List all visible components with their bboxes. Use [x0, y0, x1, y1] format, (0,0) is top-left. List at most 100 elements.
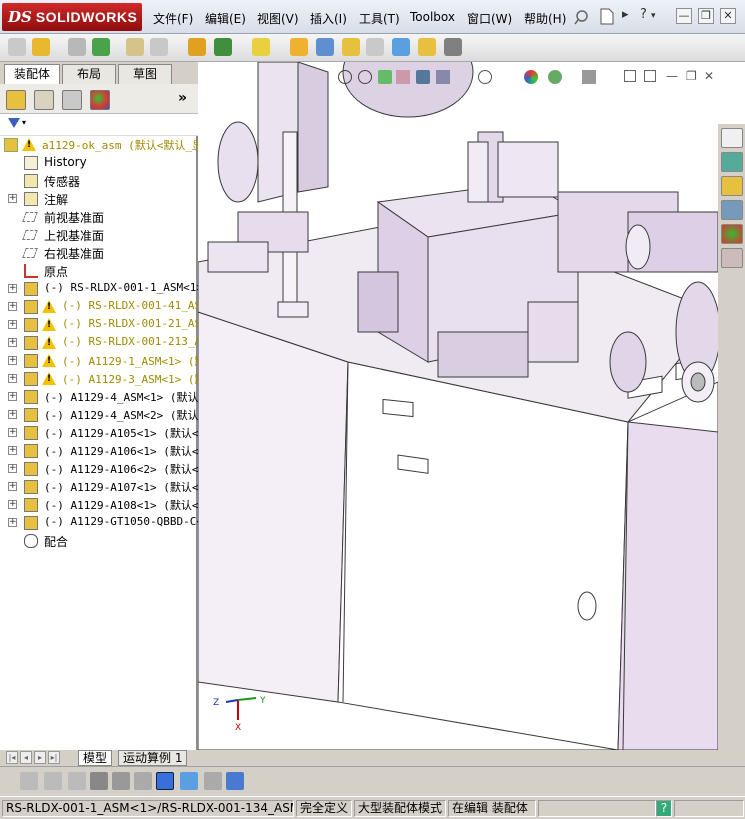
new-document-icon[interactable] — [600, 8, 614, 25]
assembly-features-icon[interactable] — [214, 38, 232, 56]
expand-icon[interactable]: + — [8, 356, 17, 365]
expand-icon[interactable]: + — [8, 410, 17, 419]
menu-file[interactable]: 文件(F) — [153, 10, 193, 27]
tab-sketch[interactable]: 草图 — [118, 64, 172, 84]
section-view-icon[interactable] — [396, 70, 410, 84]
chevron-down-icon[interactable]: ▾ — [651, 11, 656, 21]
pin-icon[interactable] — [574, 9, 590, 25]
last-tab-icon[interactable]: ▸| — [48, 751, 60, 764]
tree-item[interactable]: + (-) A1129-A106<1> (默认<< — [0, 442, 198, 460]
tree-item[interactable]: 前视基准面 — [0, 208, 198, 226]
apply-scene-icon[interactable] — [548, 70, 562, 84]
lines-icon[interactable] — [90, 772, 108, 790]
tree-root[interactable]: a1129-ok_asm (默认<默认_显 — [0, 136, 198, 154]
home-icon[interactable] — [721, 128, 743, 148]
tree-item[interactable]: + (-) A1129-A108<1> (默认<< — [0, 496, 198, 514]
move-component-icon[interactable] — [150, 38, 168, 56]
menu-tools[interactable]: 工具(T) — [359, 10, 400, 27]
zoom-to-fit-icon[interactable] — [338, 70, 352, 84]
tree-item[interactable]: History — [0, 154, 198, 172]
smart-fasteners-icon[interactable] — [126, 38, 144, 56]
expand-icon[interactable]: + — [8, 518, 17, 527]
tree-item[interactable]: 传感器 — [0, 172, 198, 190]
solidworks-logo[interactable]: DS SOLIDWORKS — [2, 3, 142, 31]
status-help-icon[interactable]: ? — [656, 800, 672, 817]
expand-icon[interactable]: + — [8, 302, 17, 311]
expand-icon[interactable]: + — [8, 194, 17, 203]
tree-item[interactable]: + (-) A1129-4_ASM<2> (默认< — [0, 406, 198, 424]
tree-item[interactable]: + (-) A1129-GT1050-QBBD-C<1 — [0, 514, 198, 532]
new-part-icon[interactable] — [32, 38, 50, 56]
expand-icon[interactable]: + — [8, 320, 17, 329]
expand-icon[interactable]: + — [8, 482, 17, 491]
menu-window[interactable]: 窗口(W) — [467, 10, 512, 27]
table-icon[interactable] — [204, 772, 222, 790]
help-icon[interactable]: ? — [640, 7, 647, 22]
next-tab-icon[interactable]: ▸ — [34, 751, 46, 764]
viewport-split-icon[interactable] — [624, 70, 636, 82]
view-orientation-icon[interactable] — [416, 70, 430, 84]
menu-view[interactable]: 视图(V) — [257, 10, 299, 27]
tree-item[interactable]: + (-) A1129-A105<1> (默认<< — [0, 424, 198, 442]
previous-view-icon[interactable] — [378, 70, 392, 84]
revolve-tool-icon[interactable] — [68, 772, 86, 790]
expand-icon[interactable]: + — [8, 392, 17, 401]
tree-item[interactable]: + (-) RS-RLDX-001-21_ASM< — [0, 316, 198, 334]
tree-item[interactable]: + (-) A1129-4_ASM<1> (默认< — [0, 388, 198, 406]
expand-icon[interactable]: + — [8, 374, 17, 383]
dots-icon[interactable] — [112, 772, 130, 790]
new-motion-study-icon[interactable] — [290, 38, 308, 56]
tree-item[interactable]: 原点 — [0, 262, 198, 280]
expand-icon[interactable]: + — [8, 446, 17, 455]
clearance-verification-icon[interactable] — [418, 38, 436, 56]
insert-component-icon[interactable] — [8, 38, 26, 56]
viewport-link-icon[interactable] — [644, 70, 656, 82]
expand-icon[interactable]: + — [8, 338, 17, 347]
expand-icon[interactable]: + — [8, 284, 17, 293]
tree-item[interactable]: + (-) A1129-A107<1> (默认<< — [0, 478, 198, 496]
display-style-icon[interactable] — [436, 70, 450, 84]
configuration-manager-icon[interactable] — [62, 90, 82, 110]
tree-item[interactable]: + (-) A1129-1_ASM<1> (默认 — [0, 352, 198, 370]
tree-item[interactable]: + (-) A1129-A106<2> (默认<< — [0, 460, 198, 478]
bill-of-materials-icon[interactable] — [316, 38, 334, 56]
first-tab-icon[interactable]: |◂ — [6, 751, 18, 764]
tab-layout[interactable]: 布局 — [62, 64, 116, 84]
tab-model[interactable]: 模型 — [78, 750, 113, 766]
tree-item[interactable]: + (-) RS-RLDX-001-1_ASM<1> — [0, 280, 198, 298]
tab-motion-study-1[interactable]: 运动算例 1 — [118, 750, 188, 766]
tab-assembly[interactable]: 装配体 — [4, 64, 60, 84]
tree-filter[interactable]: ▾ — [0, 114, 198, 136]
viewport-minimize-icon[interactable]: — — [666, 69, 678, 83]
tree-item[interactable]: 配合 — [0, 532, 198, 550]
file-explorer-icon[interactable] — [721, 176, 743, 196]
extrude-tool-icon[interactable] — [44, 772, 62, 790]
menu-toolbox[interactable]: Toolbox — [410, 10, 455, 24]
zoom-to-area-icon[interactable] — [358, 70, 372, 84]
menu-edit[interactable]: 编辑(E) — [205, 10, 246, 27]
expand-icon[interactable]: + — [8, 500, 17, 509]
mate-icon[interactable] — [68, 38, 86, 56]
expand-icon[interactable]: + — [8, 464, 17, 473]
minimize-button[interactable]: — — [676, 8, 692, 24]
tree-item[interactable]: + (-) RS-RLDX-001-213_ASM — [0, 334, 198, 352]
tree-item[interactable]: 上视基准面 — [0, 226, 198, 244]
show-hidden-icon[interactable] — [188, 38, 206, 56]
tree-item[interactable]: + (-) RS-RLDX-001-41_ASM< — [0, 298, 198, 316]
menu-help[interactable]: 帮助(H) — [524, 10, 566, 27]
tree-item[interactable]: + 注解 — [0, 190, 198, 208]
restore-button[interactable]: ❐ — [698, 8, 714, 24]
dropdown-arrow-icon[interactable]: ▸ — [622, 7, 629, 22]
tree-item[interactable]: 右视基准面 — [0, 244, 198, 262]
appearances-icon[interactable] — [721, 224, 743, 244]
flip-icon[interactable] — [134, 772, 152, 790]
expand-panes-icon[interactable]: » — [178, 90, 187, 106]
expand-icon[interactable]: + — [8, 428, 17, 437]
exploded-view-icon[interactable] — [342, 38, 360, 56]
instant3d-icon[interactable] — [444, 38, 462, 56]
tree-item[interactable]: + (-) A1129-3_ASM<1> (默认 — [0, 370, 198, 388]
explode-line-sketch-icon[interactable] — [366, 38, 384, 56]
viewport-close-icon[interactable]: ✕ — [704, 69, 714, 83]
menu-insert[interactable]: 插入(I) — [310, 10, 347, 27]
cube-view-icon[interactable] — [180, 772, 198, 790]
